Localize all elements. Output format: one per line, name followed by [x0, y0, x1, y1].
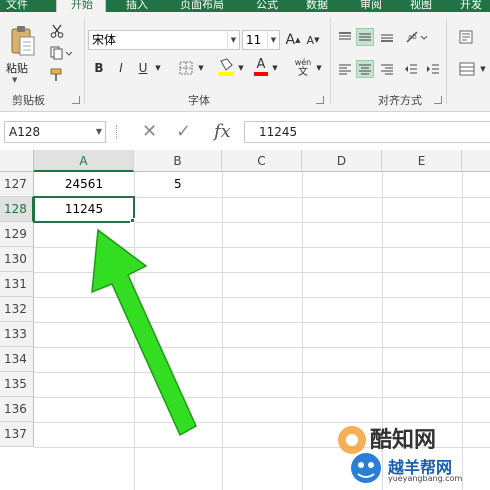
tab-formulas[interactable]: 公式	[256, 0, 278, 12]
fill-color-button[interactable]	[216, 56, 236, 78]
align-left-button[interactable]	[336, 60, 354, 78]
indent-right-icon	[427, 64, 439, 74]
merge-center-button[interactable]	[456, 60, 478, 78]
fill-color-dropdown-icon[interactable]: ▼	[236, 58, 246, 78]
borders-dropdown-icon[interactable]: ▼	[196, 58, 206, 78]
tab-view[interactable]: 视图	[410, 0, 432, 12]
alignment-group-label: 对齐方式	[378, 94, 422, 107]
underline-button[interactable]: U	[134, 58, 152, 78]
merge-dropdown-icon[interactable]: ▼	[478, 60, 488, 78]
font-group-label: 字体	[188, 94, 210, 107]
tab-data[interactable]: 数据	[306, 0, 328, 12]
align-middle-button[interactable]	[356, 28, 374, 46]
copy-icon	[50, 46, 72, 60]
font-color-button[interactable]: A	[252, 56, 270, 78]
phonetic-button[interactable]: wén 文	[292, 56, 314, 80]
caret-up-icon: ▲	[295, 36, 301, 44]
font-color-glyph: A	[256, 57, 266, 72]
font-launcher-icon[interactable]	[316, 96, 324, 104]
paste-button[interactable]	[8, 24, 38, 58]
orientation-button[interactable]: ab	[404, 28, 430, 46]
tab-home[interactable]: 开始	[56, 0, 106, 12]
enter-icon[interactable]: ✓	[176, 121, 191, 143]
align-left-icon	[339, 64, 351, 75]
indent-left-icon	[405, 64, 417, 74]
tab-review[interactable]: 审阅	[360, 0, 382, 12]
align-right-icon	[381, 64, 393, 75]
phonetic-top-text: wén	[294, 57, 312, 67]
borders-button[interactable]	[176, 58, 196, 78]
tab-developer[interactable]: 开发	[460, 0, 482, 12]
alignment-launcher-icon[interactable]	[434, 96, 442, 104]
name-box[interactable]: A128 ▼	[4, 121, 106, 143]
align-bottom-button[interactable]	[378, 28, 396, 46]
clipboard-launcher-icon[interactable]	[72, 96, 80, 104]
formula-bar-row: A128 ▼ ✕ ✓ fx 11245	[0, 112, 490, 150]
align-top-button[interactable]	[336, 28, 354, 46]
watermark-url: yueyangbang.com	[388, 474, 463, 483]
grow-font-button[interactable]: A ▲	[284, 30, 302, 50]
clipboard-group-label: 剪贴板	[12, 94, 45, 107]
chevron-down-icon: ▼	[227, 31, 239, 49]
font-name-select[interactable]: 宋体 ▼	[88, 30, 240, 50]
caret-down-icon: ▼	[314, 36, 320, 44]
font-name-value: 宋体	[92, 33, 117, 47]
shrink-font-glyph: A	[306, 33, 315, 47]
chevron-down-icon: ▼	[267, 31, 279, 49]
ribbon: 粘贴 ▼ 剪贴板 宋体 ▼ 11 ▼ A ▲ A ▼ B I U ▼ ▼ ▼ A…	[0, 12, 490, 112]
font-color-dropdown-icon[interactable]: ▼	[270, 58, 280, 78]
paste-label[interactable]: 粘贴	[6, 60, 28, 76]
ribbon-tab-bar: 文件 开始 插入 页面布局 公式 数据 审阅 视图 开发	[0, 0, 490, 12]
align-center-icon	[359, 64, 371, 75]
tab-file[interactable]: 文件	[6, 0, 28, 12]
bold-button[interactable]: B	[90, 58, 108, 78]
font-color-swatch	[254, 72, 268, 76]
align-middle-icon	[359, 33, 371, 41]
clipboard-icon	[11, 26, 35, 56]
align-center-button[interactable]	[356, 60, 374, 78]
copy-button[interactable]	[48, 44, 74, 62]
paintbrush-icon	[50, 68, 62, 81]
cut-button[interactable]	[48, 22, 66, 40]
border-grid-icon	[179, 61, 193, 75]
align-right-button[interactable]	[378, 60, 396, 78]
tab-insert[interactable]: 插入	[126, 0, 148, 12]
green-arrow-icon	[91, 228, 197, 437]
shrink-font-button[interactable]: A ▼	[304, 30, 322, 50]
wrap-text-icon	[459, 30, 473, 44]
wrap-text-button[interactable]	[456, 28, 478, 46]
insert-function-icon[interactable]: fx	[214, 121, 231, 143]
formula-input[interactable]: 11245	[244, 121, 490, 143]
increase-indent-button[interactable]	[424, 60, 442, 78]
paint-bucket-icon	[218, 58, 234, 76]
svg-text:ab: ab	[408, 33, 417, 41]
cancel-icon[interactable]: ✕	[142, 121, 157, 143]
phonetic-bottom-text: 文	[298, 66, 308, 78]
align-top-icon	[339, 32, 351, 40]
font-size-value: 11	[246, 33, 262, 47]
font-size-select[interactable]: 11 ▼	[242, 30, 280, 50]
resize-handle[interactable]	[116, 125, 118, 139]
watermark-sheep-icon	[351, 453, 381, 483]
phonetic-dropdown-icon[interactable]: ▼	[314, 58, 324, 78]
scissors-icon	[50, 24, 64, 38]
formula-actions: ✕ ✓ fx	[132, 121, 242, 143]
chevron-down-icon: ▼	[95, 127, 102, 136]
decrease-indent-button[interactable]	[402, 60, 420, 78]
align-bottom-icon	[381, 34, 393, 42]
format-painter-button[interactable]	[48, 66, 66, 84]
merge-cells-icon	[459, 62, 475, 76]
text-orientation-icon: ab	[406, 31, 428, 43]
grow-font-glyph: A	[285, 32, 296, 48]
worksheet-grid: A B C D E 127 128 129 130 131 132 133 13…	[0, 150, 490, 490]
italic-button[interactable]: I	[112, 58, 130, 78]
underline-dropdown-icon[interactable]: ▼	[152, 58, 164, 78]
tab-page-layout[interactable]: 页面布局	[180, 0, 224, 12]
paste-dropdown-icon[interactable]: ▼	[12, 76, 17, 84]
name-box-value: A128	[9, 125, 41, 139]
